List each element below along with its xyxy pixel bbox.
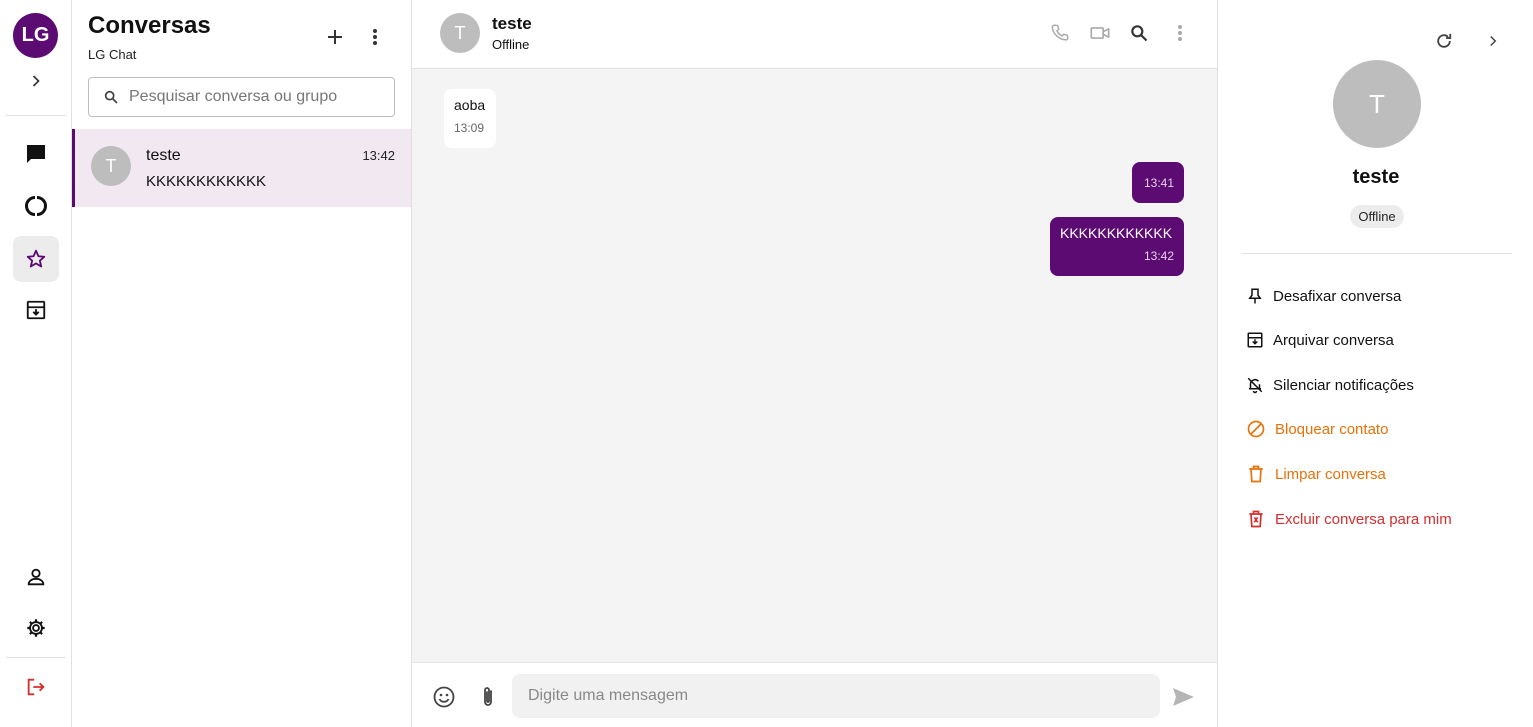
action-label: Silenciar notificações	[1273, 376, 1414, 394]
block-icon	[1246, 419, 1275, 439]
expand-rail-button[interactable]	[13, 58, 59, 104]
action-label: Bloquear contato	[1275, 420, 1389, 438]
refresh-button[interactable]	[1428, 25, 1460, 57]
chevron-right-icon	[1484, 32, 1502, 50]
app-subtitle: LG Chat	[88, 47, 137, 62]
message-time: 13:09	[454, 121, 485, 135]
more-vertical-icon	[1177, 24, 1183, 42]
list-menu-button[interactable]	[359, 21, 391, 53]
unpin-icon	[1246, 287, 1273, 305]
gear-icon	[25, 617, 47, 639]
conversation-list-panel: Conversas LG Chat T teste 13:42 KKKKKKKK…	[72, 0, 412, 727]
message-input[interactable]	[512, 674, 1160, 718]
new-conversation-button[interactable]	[319, 21, 351, 53]
delete-conversation-button[interactable]: Excluir conversa para mim	[1246, 507, 1452, 531]
emoji-icon	[432, 685, 456, 709]
archive-conversation-button[interactable]: Arquivar conversa	[1246, 328, 1394, 352]
message-composer	[412, 662, 1217, 727]
logout-icon	[25, 676, 47, 698]
profile-icon	[25, 566, 47, 588]
voice-call-button[interactable]	[1044, 17, 1076, 49]
message-text: KKKKKKKKKKKK	[1060, 225, 1173, 241]
clear-conversation-button[interactable]: Limpar conversa	[1246, 462, 1386, 486]
emoji-button[interactable]	[428, 681, 460, 713]
conversation-name: teste	[146, 147, 181, 164]
more-vertical-icon	[372, 28, 378, 46]
archive-icon	[1246, 331, 1273, 349]
chat-menu-button[interactable]	[1164, 17, 1196, 49]
send-icon	[1171, 686, 1195, 708]
archive-icon	[25, 299, 47, 321]
app-logo[interactable]: LG	[13, 13, 58, 58]
chat-header: T teste Offline	[412, 0, 1217, 69]
avatar: T	[91, 146, 131, 186]
mute-notifications-button[interactable]: Silenciar notificações	[1246, 373, 1414, 397]
contact-info-panel: T teste Offline Desafixar conversa Arqui…	[1217, 0, 1533, 727]
refresh-icon	[1434, 31, 1454, 51]
rail-item-profile[interactable]	[13, 554, 59, 600]
rail-item-archived[interactable]	[13, 287, 59, 333]
trash-icon	[1246, 464, 1275, 484]
phone-icon	[1049, 22, 1071, 44]
delete-forever-icon	[1246, 509, 1275, 529]
list-item[interactable]: T teste 13:42 KKKKKKKKKKKK	[72, 129, 411, 207]
chat-contact-name[interactable]: teste	[492, 14, 532, 34]
rail-item-status[interactable]	[13, 183, 59, 229]
chat-contact-status: Offline	[492, 37, 530, 52]
search-box	[88, 77, 395, 117]
message-bubble-incoming[interactable]: aoba 13:09	[444, 89, 496, 148]
rail-divider	[6, 115, 66, 116]
message-time: 13:41	[1143, 176, 1174, 190]
chat-icon	[24, 142, 48, 166]
plus-icon	[326, 28, 344, 46]
message-time: 13:42	[1143, 249, 1174, 263]
avatar[interactable]: T	[440, 13, 480, 53]
nav-rail: LG	[0, 0, 72, 727]
message-bubble-outgoing[interactable]: KKKKKKKKKKKK 13:42	[1050, 217, 1184, 276]
rail-divider	[6, 657, 66, 658]
status-icon	[24, 194, 48, 218]
page-title: Conversas	[88, 12, 211, 39]
action-label: Excluir conversa para mim	[1275, 510, 1452, 528]
avatar: T	[1333, 60, 1421, 148]
video-camera-icon	[1089, 22, 1111, 44]
star-icon	[25, 248, 47, 270]
send-button[interactable]	[1167, 681, 1199, 713]
contact-name: teste	[1352, 166, 1400, 188]
action-label: Desafixar conversa	[1273, 287, 1402, 305]
block-contact-button[interactable]: Bloquear contato	[1246, 417, 1388, 441]
video-call-button[interactable]	[1084, 17, 1116, 49]
message-bubble-outgoing[interactable]: 13:41	[1132, 162, 1184, 203]
status-badge: Offline	[1350, 205, 1404, 228]
search-icon	[1129, 23, 1149, 43]
close-panel-button[interactable]	[1477, 25, 1509, 57]
rail-item-chats[interactable]	[13, 131, 59, 177]
rail-item-favorites[interactable]	[13, 236, 59, 282]
rail-item-settings[interactable]	[13, 605, 59, 651]
action-label: Arquivar conversa	[1273, 331, 1394, 349]
divider	[1242, 253, 1512, 254]
chevron-right-icon	[26, 71, 46, 91]
chat-panel: T teste Offline aoba 13:09 13:41 KKKKKKK…	[412, 0, 1217, 727]
paperclip-icon	[478, 685, 498, 709]
bell-off-icon	[1246, 376, 1273, 394]
conversation-preview: KKKKKKKKKKKK	[146, 173, 267, 190]
search-messages-button[interactable]	[1123, 17, 1155, 49]
message-text: aoba	[454, 97, 486, 113]
attach-button[interactable]	[472, 681, 504, 713]
search-input[interactable]	[129, 88, 379, 106]
search-icon	[103, 89, 119, 105]
conversation-time: 13:42	[362, 148, 395, 163]
logout-button[interactable]	[13, 664, 59, 710]
action-label: Limpar conversa	[1275, 465, 1386, 483]
unpin-conversation-button[interactable]: Desafixar conversa	[1246, 284, 1401, 308]
